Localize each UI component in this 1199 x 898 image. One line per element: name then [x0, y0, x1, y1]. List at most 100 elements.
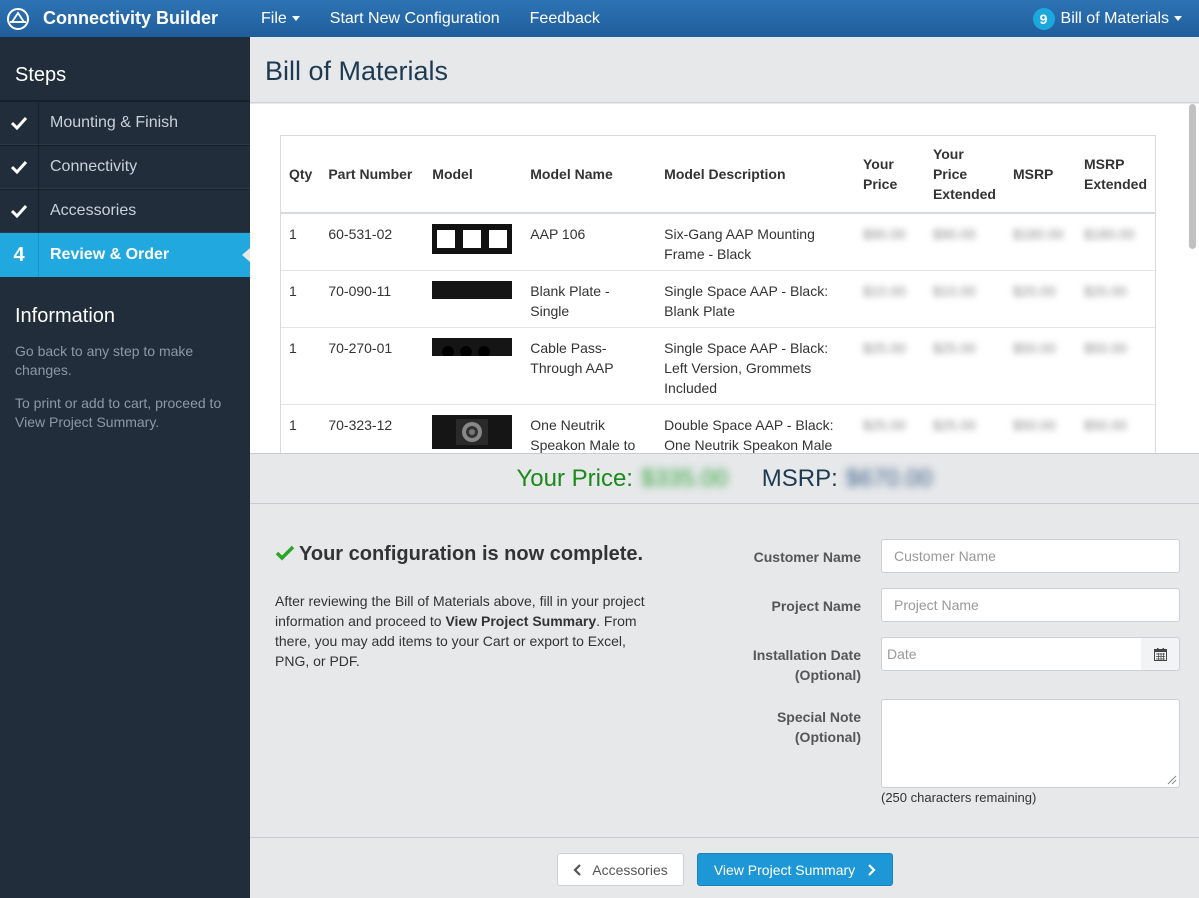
step-connectivity[interactable]: Connectivity: [0, 145, 250, 189]
speakon-thumbnail: [432, 415, 513, 449]
resize-handle-icon[interactable]: [1167, 775, 1177, 785]
cell-model-name: Blank Plate - Single: [522, 270, 657, 328]
step-mounting-finish[interactable]: Mounting & Finish: [0, 101, 250, 145]
special-note-label: Special Note (Optional): [776, 709, 861, 745]
cell-model-description: Six-Gang AAP Mounting Frame - Black: [656, 212, 855, 271]
file-menu[interactable]: File: [246, 10, 315, 28]
cell-msrp-extended: $180.00: [1075, 212, 1155, 271]
active-indicator-arrow: [242, 248, 250, 262]
start-new-configuration-link[interactable]: Start New Configuration: [315, 10, 515, 28]
cell-msrp-extended: $50.00: [1075, 327, 1155, 405]
step-mark: [0, 101, 39, 145]
sidebar: Steps Mounting & Finish Connectivity Acc…: [0, 37, 250, 898]
file-menu-label: File: [261, 9, 287, 27]
app-title: Connectivity Builder: [43, 8, 219, 28]
project-name-row: Project Name: [711, 588, 861, 616]
table-row: 1 70-090-11 Blank Plate - Single Single …: [281, 270, 1155, 328]
col-your-price: Your Price: [854, 136, 925, 214]
col-qty: Qty: [281, 136, 321, 214]
check-icon: [11, 204, 27, 218]
special-note-row: Special Note (Optional): [711, 699, 861, 747]
step-number: 4: [0, 233, 39, 277]
project-name-input[interactable]: Project Name: [881, 588, 1180, 622]
installation-date-row: Installation Date (Optional): [711, 637, 861, 685]
next-button-label: View Project Summary: [713, 861, 856, 878]
msrp-label: MSRP:: [761, 464, 838, 492]
cell-model-description: Single Space AAP - Black: Blank Plate: [656, 270, 855, 328]
check-icon: [11, 160, 27, 174]
cell-model-name: One Neutrik Speakon Male to: [522, 404, 657, 453]
cell-part-number: 70-270-01: [320, 327, 425, 405]
cell-qty: 1: [281, 212, 321, 271]
cell-qty: 1: [281, 327, 321, 405]
cell-model-name: AAP 106: [522, 212, 657, 271]
calendar-button[interactable]: [1141, 637, 1180, 671]
top-navbar: Connectivity Builder File Start New Conf…: [0, 0, 1199, 37]
bom-table: Qty Part Number Model Model Name Model D…: [280, 135, 1156, 453]
step-mark: [0, 145, 39, 189]
bill-of-materials-menu[interactable]: 9 Bill of Materials: [1032, 7, 1199, 30]
cell-your-price-extended: $25.00: [924, 327, 1005, 405]
check-icon: [275, 545, 295, 561]
info-line: To print or add to cart, proceed to View…: [15, 395, 222, 430]
your-price-label: Your Price:: [516, 464, 633, 492]
cell-your-price-extended: $25.00: [924, 404, 1005, 453]
col-msrp-extended: MSRP Extended: [1075, 136, 1155, 214]
table-row: 1 60-531-02 AAP 106 Six-Gang AAP Mountin: [281, 212, 1155, 271]
step-review-order[interactable]: 4 Review & Order: [0, 233, 250, 277]
col-msrp: MSRP: [1004, 136, 1076, 214]
cell-your-price: $10.00: [854, 270, 925, 328]
bom-menu-label: Bill of Materials: [1060, 9, 1169, 27]
cell-model-description: Single Space AAP - Black: Left Version, …: [656, 327, 855, 405]
cell-part-number: 70-323-12: [320, 404, 425, 453]
pass-through-thumbnail: [432, 338, 513, 356]
characters-remaining: (250 characters remaining): [881, 790, 1037, 805]
chevron-right-icon: [868, 863, 876, 876]
check-icon: [11, 116, 27, 130]
msrp-total: $670.00: [845, 464, 933, 492]
cell-your-price: $25.00: [854, 327, 925, 405]
completion-heading: Your configuration is now complete.: [275, 540, 655, 568]
cell-msrp: $50.00: [1004, 327, 1076, 405]
step-label: Connectivity: [50, 158, 138, 175]
col-model-name: Model Name: [522, 136, 657, 214]
view-project-summary-button[interactable]: View Project Summary: [697, 853, 893, 886]
info-line: Go back to any step to make changes.: [15, 343, 194, 378]
step-mark: [0, 189, 39, 233]
bom-scroll-area[interactable]: Qty Part Number Model Model Name Model D…: [250, 104, 1199, 453]
table-header-row: Qty Part Number Model Model Name Model D…: [281, 136, 1155, 214]
installation-date-label: Installation Date (Optional): [752, 647, 861, 683]
cell-msrp: $20.00: [1004, 270, 1076, 328]
cell-qty: 1: [281, 404, 321, 453]
completion-instructions: After reviewing the Bill of Materials ab…: [275, 591, 655, 671]
vertical-scrollbar[interactable]: [1185, 104, 1199, 453]
cell-part-number: 70-090-11: [320, 270, 425, 328]
caret-down-icon: [291, 16, 300, 21]
col-model: Model: [424, 136, 523, 214]
cell-your-price: $90.00: [854, 212, 925, 271]
start-new-label: Start New Configuration: [329, 9, 500, 27]
steps-title: Steps: [0, 37, 250, 101]
navigation-footer: Accessories View Project Summary: [250, 837, 1199, 898]
brand[interactable]: Connectivity Builder: [0, 7, 246, 31]
special-note-textarea[interactable]: [881, 699, 1180, 788]
cell-model-description: Double Space AAP - Black: One Neutrik Sp…: [656, 404, 855, 453]
connectivity-logo-icon: [7, 7, 29, 30]
installation-date-input[interactable]: Date: [881, 637, 1142, 671]
step-label: Review & Order: [50, 246, 170, 263]
cell-your-price: $25.00: [854, 404, 925, 453]
instructions-bold: View Project Summary: [445, 613, 597, 629]
step-accessories[interactable]: Accessories: [0, 189, 250, 233]
cell-model: [424, 404, 523, 453]
customer-name-row: Customer Name: [711, 539, 861, 567]
feedback-link[interactable]: Feedback: [515, 10, 615, 28]
customer-name-label: Customer Name: [753, 549, 861, 565]
back-accessories-button[interactable]: Accessories: [557, 853, 684, 886]
cell-msrp: $50.00: [1004, 404, 1076, 453]
cell-msrp: $180.00: [1004, 212, 1076, 271]
page-title: Bill of Materials: [250, 37, 1199, 103]
scrollbar-thumb[interactable]: [1189, 104, 1196, 249]
cell-msrp-extended: $20.00: [1075, 270, 1155, 328]
customer-name-input[interactable]: Customer Name: [881, 539, 1180, 573]
cell-msrp-extended: $50.00: [1075, 404, 1155, 453]
